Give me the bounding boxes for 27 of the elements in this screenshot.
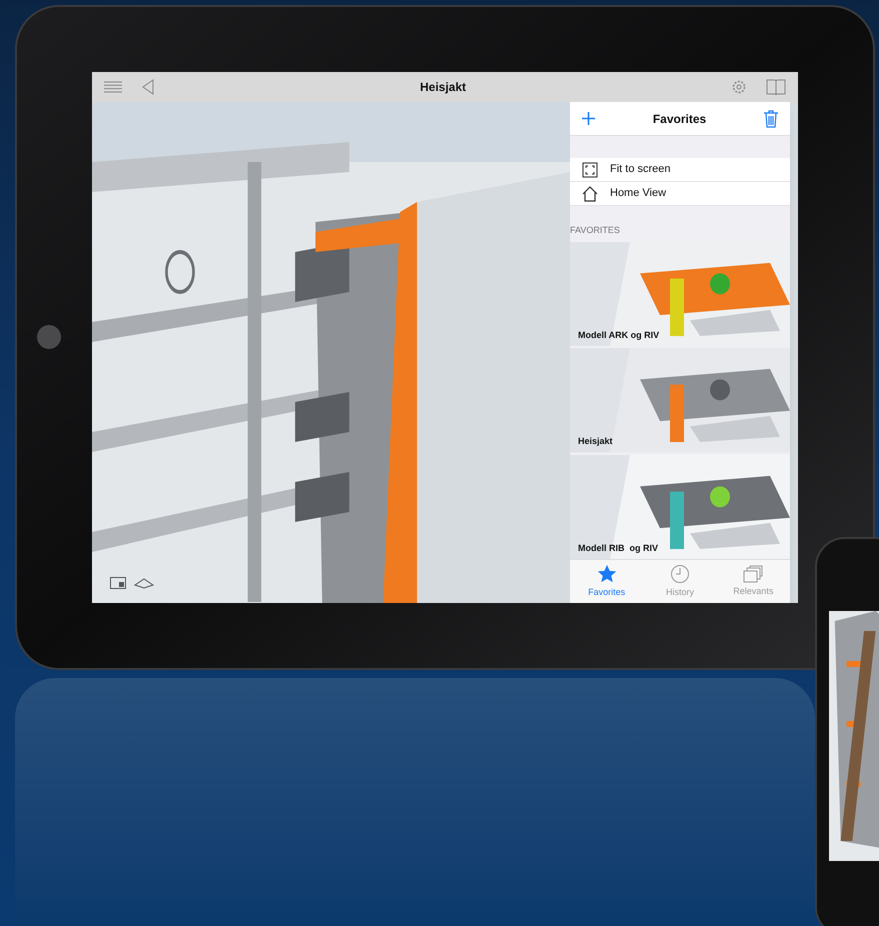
favorite-item[interactable]: Modell ARK og RIV: [570, 242, 790, 346]
favorite-item[interactable]: Modell RIB og RIV: [570, 454, 790, 559]
action-row[interactable]: Home View: [570, 182, 790, 206]
camera-icon: [37, 325, 61, 349]
favorite-name: Modell ARK og RIV: [578, 328, 660, 342]
star-icon: [596, 564, 617, 584]
action-label: Fit to screen: [610, 162, 671, 178]
clock-icon: [670, 564, 690, 584]
tab[interactable]: Favorites: [570, 560, 644, 603]
home-icon: [582, 186, 598, 202]
plus-icon: [582, 112, 595, 125]
settings-icon[interactable]: [732, 80, 746, 94]
fit-screen-icon: [582, 162, 598, 178]
back-icon[interactable]: [142, 79, 154, 95]
action-row[interactable]: Fit to screen: [570, 158, 790, 182]
toolbar-title: Heisjakt: [418, 79, 468, 96]
add-button[interactable]: [582, 112, 595, 125]
section-label: FAVORITES: [570, 224, 621, 237]
favorite-name: Heisjakt: [578, 435, 613, 448]
stacked-windows-icon: [743, 564, 764, 583]
favorite-name: Modell RIB og RIV: [578, 542, 658, 555]
trash-icon[interactable]: [764, 110, 778, 128]
book-icon[interactable]: [766, 79, 786, 95]
action-label: Home View: [610, 186, 666, 202]
menu-icon[interactable]: [104, 81, 122, 93]
favorite-item[interactable]: Heisjakt: [570, 348, 790, 452]
popover-title: Favorites: [652, 110, 708, 128]
